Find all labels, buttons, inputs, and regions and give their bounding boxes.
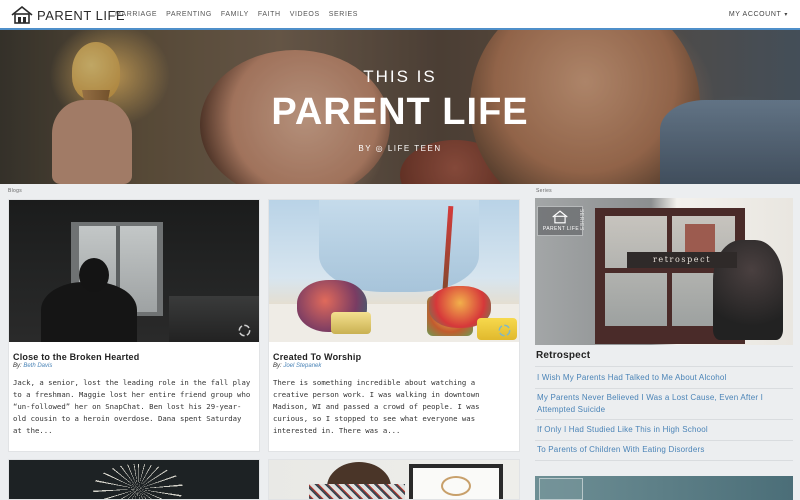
badge-side-word: SERIES [578,209,584,231]
post-byline: By: Joel Stepanek [273,363,321,369]
post-thumbnail[interactable] [269,200,519,342]
post-excerpt: Jack, a senior, lost the leading role in… [13,378,251,435]
life-teen-loop-icon [498,324,511,337]
house-logo-icon [552,210,568,224]
painter-shirt [319,200,479,292]
divider [535,440,793,441]
blogs-section-label: Blogs [8,188,23,194]
fireworks-image [93,464,183,499]
chevron-down-icon: ▾ [784,12,788,18]
blog-post-card[interactable]: Created To Worship By: Joel Stepanek The… [268,199,520,452]
post-title[interactable]: Created To Worship [273,352,361,362]
post-byline: By: Beth Davis [13,363,52,369]
post-author-link[interactable]: Joel Stepanek [283,363,321,369]
series-thumbnail[interactable] [535,476,793,500]
series-article-link[interactable]: If Only I Had Studied Like This in High … [537,424,708,436]
person-silhouette-head [79,258,109,292]
parent-life-badge [539,478,583,500]
paint-jar-left [331,312,371,334]
my-account-label: MY ACCOUNT [728,11,782,18]
wall-art [441,476,471,496]
main-menu: MARRIAGE PARENTING FAMILY FAITH VIDEOS S… [115,11,358,18]
post-thumbnail[interactable] [9,200,259,342]
divider [535,460,793,461]
series-title[interactable]: Retrospect [536,350,590,361]
divider [535,419,793,420]
nav-link-series[interactable]: SERIES [329,11,358,18]
byline-prefix: By: [13,363,22,369]
series-thumbnail[interactable]: retrospect PARENT LIFE SERIES [535,198,793,345]
nav-link-parenting[interactable]: PARENTING [166,11,212,18]
blog-post-card[interactable]: Close to the Broken Hearted By: Beth Dav… [8,199,260,452]
hero-byline: BY ◎ LIFE TEEN [358,144,442,153]
post-excerpt: There is something incredible about watc… [273,378,480,435]
hero-title: PARENT LIFE [271,91,529,133]
post-title[interactable]: Close to the Broken Hearted [13,352,139,362]
plaid-scarf-image [309,484,405,499]
brand-name: PARENT LIFE [37,7,126,23]
wall-frame-image [409,464,503,499]
byline-prefix: By: [273,363,282,369]
series-section-label: Series [536,188,552,194]
divider [535,388,793,389]
house-logo-icon [11,6,33,24]
hero-kicker: THIS IS [363,67,437,86]
series-article-link[interactable]: I Wish My Parents Had Talked to Me About… [537,372,727,384]
divider [535,366,793,367]
series-article-link[interactable]: My Parents Never Believed I Was a Lost C… [537,392,787,416]
nav-link-family[interactable]: FAMILY [221,11,249,18]
blog-post-card[interactable] [268,459,520,500]
post-author-link[interactable]: Beth Davis [23,363,52,369]
parent-life-badge: PARENT LIFE SERIES [537,206,584,236]
my-account-menu[interactable]: MY ACCOUNT ▾ [729,11,788,18]
series-image-word: retrospect [652,255,712,264]
nav-link-marriage[interactable]: MARRIAGE [115,11,157,18]
series-article-link[interactable]: To Parents of Children With Eating Disor… [537,444,705,456]
nav-link-faith[interactable]: FAITH [258,11,281,18]
blog-post-card[interactable] [8,459,260,500]
life-teen-loop-icon [238,324,251,337]
nav-link-videos[interactable]: VIDEOS [290,11,320,18]
brand-logo[interactable]: PARENT LIFE [11,6,125,24]
top-navigation: PARENT LIFE MARRIAGE PARENTING FAMILY FA… [0,0,800,30]
badge-text: PARENT LIFE [542,226,580,232]
hero-banner: THIS IS PARENT LIFE BY ◎ LIFE TEEN [0,30,800,184]
